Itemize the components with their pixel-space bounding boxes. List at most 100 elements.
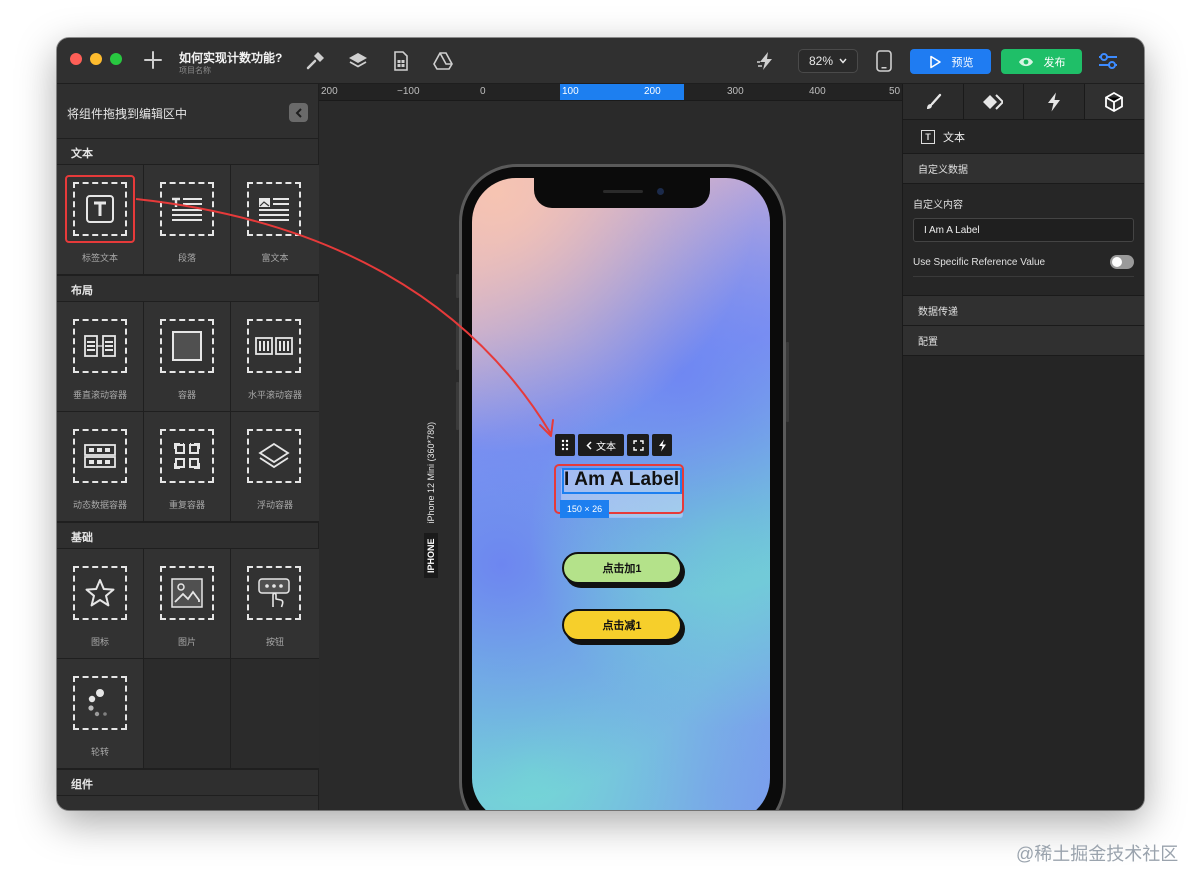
- editor-canvas[interactable]: 200 −100 0 100 200 300 400 50 IPHONE iPh…: [319, 84, 902, 810]
- tab-style[interactable]: [903, 84, 964, 119]
- element-type-label: 文本: [596, 441, 616, 453]
- dynamic-data-icon: [84, 444, 116, 468]
- sliders-icon[interactable]: [1097, 51, 1119, 71]
- tab-data[interactable]: [1084, 84, 1144, 119]
- ruler-label: 400: [809, 86, 826, 97]
- hammer-icon[interactable]: [304, 50, 326, 72]
- chevron-left-icon: [586, 440, 592, 450]
- layout-components-grid: 垂直滚动容器 容器 水平滚动容器 动态数据容器 重复容器 浮动容器: [57, 302, 319, 523]
- text-components-grid: 标签文本 段落 富文本: [57, 165, 319, 276]
- window-close-button[interactable]: [70, 53, 82, 65]
- zoom-value: 82%: [808, 54, 834, 68]
- window-minimize-button[interactable]: [90, 53, 102, 65]
- section-config[interactable]: 配置: [903, 326, 1144, 356]
- horizontal-ruler: 200 −100 0 100 200 300 400 50: [319, 84, 902, 101]
- reference-value-toggle[interactable]: [1110, 255, 1134, 269]
- play-icon: [929, 55, 941, 68]
- lightning-icon[interactable]: [755, 50, 777, 72]
- component-label-text[interactable]: 标签文本: [57, 165, 144, 275]
- empty-cell: [144, 659, 231, 769]
- device-name: iPhone 12 Mini (360*780): [426, 421, 436, 524]
- phone-device-icon[interactable]: [876, 50, 892, 72]
- component-library-header: 将组件拖拽到编辑区中: [57, 84, 318, 139]
- divider: [913, 276, 1134, 277]
- inspector-tabs: [903, 84, 1144, 120]
- component-button[interactable]: 按钮: [231, 549, 319, 659]
- component-container[interactable]: 容器: [144, 302, 231, 412]
- custom-content-input[interactable]: I Am A Label: [913, 218, 1134, 242]
- ruler-label: 200: [644, 86, 661, 97]
- size-badge: 150 × 26: [560, 500, 609, 518]
- drive-icon[interactable]: [432, 50, 454, 72]
- component-name: 图标: [90, 637, 109, 647]
- publish-button[interactable]: 发布: [1001, 49, 1082, 74]
- custom-content-label: 自定义内容: [913, 200, 963, 211]
- horizontal-scroll-icon: [255, 337, 293, 355]
- document-icon[interactable]: [390, 50, 412, 72]
- component-horizontal-scroll-container[interactable]: 水平滚动容器: [231, 302, 319, 412]
- ruler-label: −100: [397, 86, 420, 97]
- component-vertical-scroll-container[interactable]: 垂直滚动容器: [57, 302, 144, 412]
- panel-title: 将组件拖拽到编辑区中: [67, 107, 188, 121]
- tab-layout[interactable]: [964, 84, 1024, 119]
- component-name: 容器: [177, 390, 196, 400]
- component-paragraph[interactable]: 段落: [144, 165, 231, 275]
- preview-button[interactable]: 预览: [910, 49, 991, 74]
- component-spinner[interactable]: 轮转: [57, 659, 144, 769]
- ruler-label: 200: [321, 86, 338, 97]
- component-type-label: 文本: [943, 131, 965, 144]
- section-custom-data[interactable]: 自定义数据: [903, 154, 1144, 184]
- component-dynamic-data-container[interactable]: 动态数据容器: [57, 412, 144, 522]
- component-repeat-container[interactable]: 重复容器: [144, 412, 231, 522]
- button-icon: [258, 578, 290, 608]
- drag-handle-icon[interactable]: [555, 434, 575, 456]
- ruler-label: 50: [889, 86, 901, 97]
- lightning-icon: [1047, 92, 1060, 111]
- project-subtitle: 项目名称: [179, 66, 211, 75]
- component-name: 段落: [177, 253, 196, 263]
- component-rich-text[interactable]: 富文本: [231, 165, 319, 275]
- increment-button[interactable]: 点击加1: [562, 552, 682, 584]
- window-zoom-button[interactable]: [110, 53, 122, 65]
- diamond-layout-icon: [983, 93, 1004, 110]
- vertical-scroll-icon: [84, 335, 116, 357]
- component-name: 标签文本: [81, 253, 118, 263]
- component-name: 垂直滚动容器: [72, 390, 127, 400]
- component-floating-container[interactable]: 浮动容器: [231, 412, 319, 522]
- select-parent-button[interactable]: 文本: [578, 434, 624, 456]
- layers-icon[interactable]: [347, 50, 369, 72]
- component-name: 水平滚动容器: [247, 390, 302, 400]
- component-name: 重复容器: [168, 500, 205, 510]
- paragraph-icon: [172, 197, 202, 221]
- app-window: 如何实现计数功能? 项目名称 82% 预览 发布 将组件拖拽到编辑区中 文本 标…: [57, 38, 1144, 810]
- section-title-text: 文本: [57, 139, 318, 165]
- collapse-panel-button[interactable]: [289, 103, 308, 122]
- rich-text-icon: [259, 198, 289, 221]
- ruler-label: 0: [480, 86, 486, 97]
- fit-frame-icon[interactable]: [627, 434, 649, 456]
- section-data-transfer[interactable]: 数据传递: [903, 296, 1144, 326]
- empty-cell: [231, 659, 319, 769]
- reference-value-label: Use Specific Reference Value: [913, 256, 1046, 268]
- cube-data-icon: [1105, 91, 1124, 112]
- decrement-button[interactable]: 点击减1: [562, 609, 682, 641]
- component-name: 动态数据容器: [72, 500, 127, 510]
- zoom-select[interactable]: 82%: [798, 49, 858, 73]
- basic-components-grid: 图标 图片 按钮 轮转: [57, 549, 319, 770]
- paintbrush-icon: [926, 93, 941, 109]
- lightning-icon[interactable]: [652, 434, 672, 456]
- chevron-down-icon: [839, 58, 847, 64]
- ruler-label: 100: [562, 86, 579, 97]
- watermark: @稀土掘金技术社区: [1016, 844, 1179, 864]
- element-floating-toolbar: 文本: [555, 434, 672, 456]
- component-name: 按钮: [265, 637, 284, 647]
- component-name: 图片: [177, 637, 196, 647]
- add-icon[interactable]: [141, 48, 165, 72]
- project-title[interactable]: 如何实现计数功能?: [179, 49, 282, 66]
- tab-actions[interactable]: [1024, 84, 1085, 119]
- component-icon[interactable]: 图标: [57, 549, 144, 659]
- phone-speaker: [603, 190, 643, 193]
- ruler-label: 300: [727, 86, 744, 97]
- top-toolbar: 如何实现计数功能? 项目名称 82% 预览 发布: [57, 38, 1144, 84]
- component-image[interactable]: 图片: [144, 549, 231, 659]
